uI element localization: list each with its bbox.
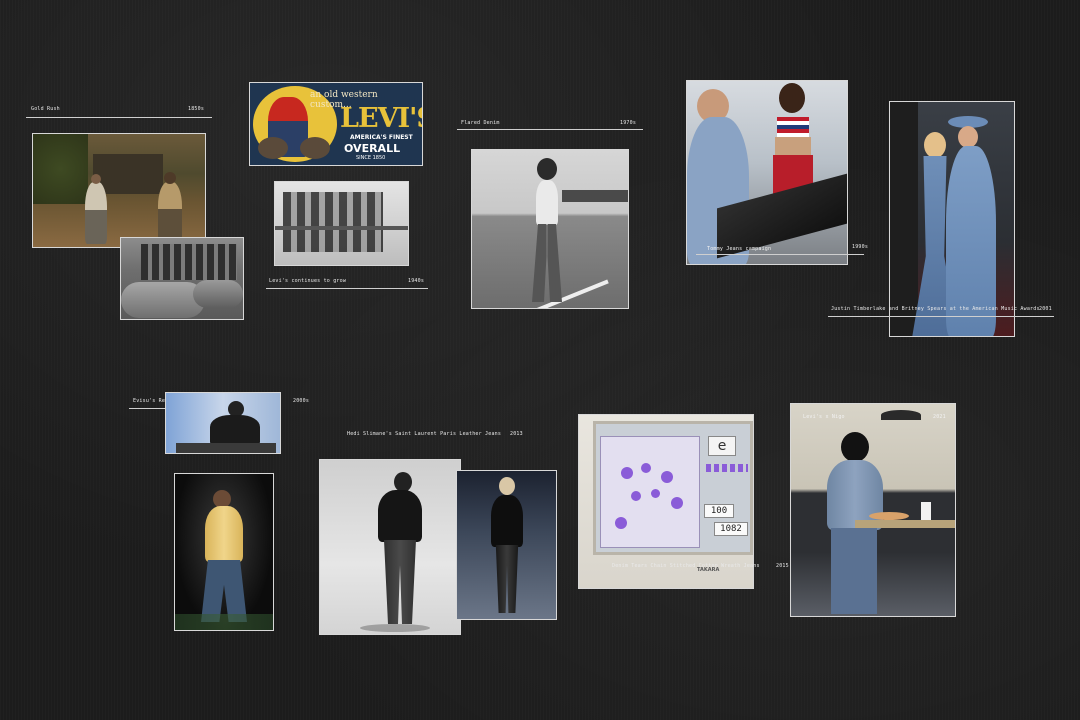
log bbox=[121, 282, 205, 318]
caption-flared-denim: Flared Denim bbox=[461, 120, 500, 126]
miner-head bbox=[164, 172, 176, 184]
caption-rule bbox=[129, 408, 165, 409]
caption-levis-grow: Levi's continues to grow bbox=[269, 278, 347, 284]
photo-levis-nigo: Levi's x Nigo 2021 bbox=[790, 403, 956, 617]
justin-head bbox=[958, 126, 978, 148]
photo-cowboys-on-fence bbox=[274, 181, 409, 266]
caption-gold-rush: Gold Rush bbox=[31, 106, 60, 112]
flower-pattern bbox=[631, 491, 641, 501]
photo-saint-laurent-studio bbox=[319, 459, 461, 635]
caption-levis-nigo: Levi's x Nigo bbox=[803, 414, 845, 420]
flower-pattern bbox=[651, 489, 660, 498]
ad-brand: LEVI'S bbox=[340, 103, 422, 134]
caption-saint-laurent: Hedi Slimane's Saint Laurent Paris Leath… bbox=[347, 431, 502, 437]
caption-tommy-jeans: Tommy Jeans campaign bbox=[707, 246, 772, 252]
caption-rule bbox=[457, 129, 643, 130]
monitor-screen: e 100 1082 bbox=[593, 421, 753, 555]
photo-tommy-jeans-campaign: Tommy Jeans campaign bbox=[686, 80, 848, 265]
model-head bbox=[499, 477, 515, 495]
food-plate bbox=[869, 512, 909, 520]
screen-value-2: 1082 bbox=[714, 522, 748, 536]
flower-pattern bbox=[671, 497, 683, 509]
barrel-right bbox=[300, 137, 330, 159]
midriff bbox=[775, 137, 811, 155]
man-head bbox=[537, 158, 557, 180]
photo-loggers bbox=[120, 237, 244, 320]
photo-evisu-dj bbox=[165, 392, 281, 454]
caption-levis-grow-year: 1940s bbox=[408, 278, 425, 284]
caption-evisu-year: 2000s bbox=[293, 398, 310, 404]
yellow-jacket bbox=[205, 506, 243, 562]
caption-timberlake-spears: Justin Timberlake and Britney Spears at … bbox=[831, 306, 1040, 312]
caption-tommy-jeans-year: 1990s bbox=[852, 244, 869, 250]
dj-table bbox=[176, 443, 276, 453]
caption-rule bbox=[828, 316, 1054, 317]
color-swatches bbox=[706, 464, 748, 472]
shadow bbox=[360, 624, 430, 632]
screen-canvas bbox=[600, 436, 700, 548]
diner-table bbox=[855, 520, 955, 528]
caption-denim-tears-year: 2015 bbox=[776, 563, 789, 569]
model-head bbox=[394, 472, 412, 492]
photo-timberlake-spears bbox=[889, 101, 1015, 337]
flower-pattern bbox=[615, 517, 627, 529]
flower-pattern bbox=[661, 471, 673, 483]
caption-denim-tears: Denim Tears Chain Stitched Cotton Wreath… bbox=[612, 563, 760, 569]
photo-flared-denim-man bbox=[471, 149, 629, 309]
trees bbox=[33, 134, 88, 204]
photo-gold-rush-miners bbox=[32, 133, 206, 248]
dj-body bbox=[210, 415, 260, 445]
flag-top bbox=[777, 117, 809, 137]
caption-levis-nigo-year: 2021 bbox=[933, 414, 946, 420]
woman-head bbox=[779, 83, 805, 113]
caption-gold-rush-year: 1850s bbox=[188, 106, 205, 112]
caption-timberlake-spears-year: 2001 bbox=[1039, 306, 1052, 312]
screen-value-1: 100 bbox=[704, 504, 734, 518]
ad-since: SINCE 1850 bbox=[356, 155, 386, 161]
photo-evisu-performer bbox=[174, 473, 274, 631]
miner-figure bbox=[85, 182, 107, 244]
caption-flared-denim-year: 1970s bbox=[620, 120, 637, 126]
crowd bbox=[175, 614, 273, 630]
flower-pattern bbox=[621, 467, 633, 479]
fence-rail bbox=[275, 226, 408, 230]
ad-line2: OVERALL bbox=[344, 142, 401, 155]
moodboard: Gold Rush 1850s an old western custom...… bbox=[0, 0, 1080, 720]
ad-line1: AMERICA'S FINEST bbox=[350, 134, 413, 141]
caption-rule bbox=[696, 254, 864, 255]
photo-saint-laurent-runway bbox=[456, 470, 557, 620]
caption-rule bbox=[26, 117, 212, 118]
barrel-left bbox=[258, 137, 288, 159]
leather-jacket bbox=[378, 490, 422, 542]
denim-jeans bbox=[831, 528, 877, 614]
man-shirt bbox=[536, 180, 558, 225]
screen-tab-letter: e bbox=[708, 436, 736, 456]
nigo-head bbox=[841, 432, 869, 462]
runway-jacket bbox=[491, 495, 523, 547]
overpass bbox=[562, 190, 628, 202]
miner-figure bbox=[158, 182, 182, 242]
miner-head bbox=[91, 174, 101, 184]
cowboys-group bbox=[283, 192, 383, 252]
background-figure bbox=[890, 102, 918, 336]
drink-cup bbox=[921, 502, 931, 520]
flower-pattern bbox=[641, 463, 651, 473]
log bbox=[193, 280, 243, 308]
levis-vintage-ad: an old western custom... LEVI'S AMERICA'… bbox=[249, 82, 423, 166]
caption-rule bbox=[266, 288, 428, 289]
caption-saint-laurent-year: 2013 bbox=[510, 431, 523, 437]
britney-head bbox=[924, 132, 946, 158]
loggers-group bbox=[141, 244, 237, 280]
pendant-lamp bbox=[881, 410, 921, 420]
